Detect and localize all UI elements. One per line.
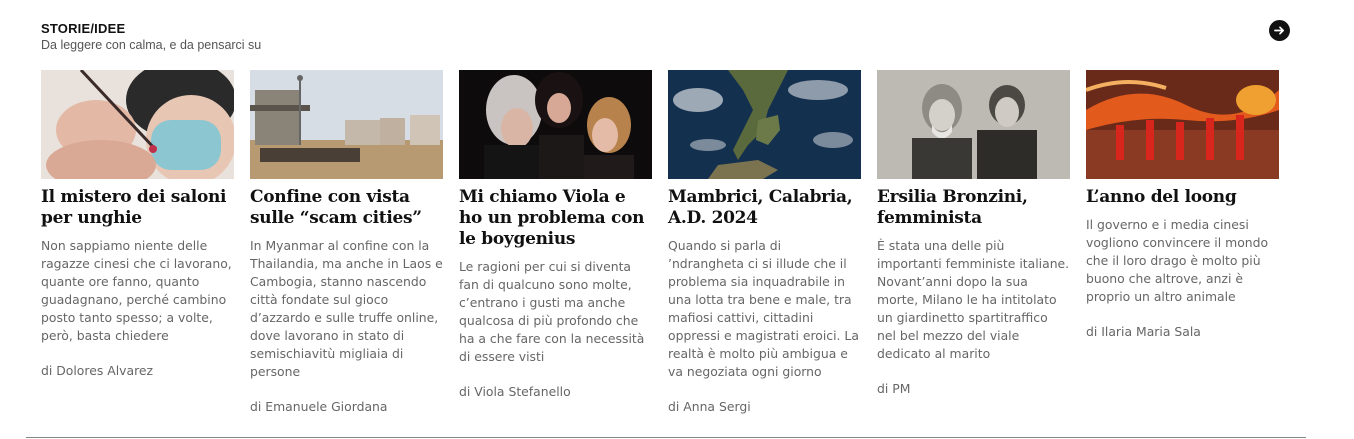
section-title: STORIE/IDEE — [41, 21, 126, 36]
story-description: In Myanmar al confine con la Thailandia,… — [250, 238, 443, 379]
story-author: di Emanuele Giordana — [250, 399, 388, 414]
story-card[interactable]: Ersilia Bronzini, femminista È stata una… — [877, 70, 1070, 396]
story-title[interactable]: L’anno del loong — [1086, 187, 1279, 208]
story-author: di Anna Sergi — [668, 399, 751, 414]
story-description: Non sappiamo niente delle ragazze cinesi… — [41, 238, 232, 343]
story-thumbnail-calabria-satellite[interactable] — [668, 70, 861, 179]
story-title[interactable]: Mambrici, Calabria, A.D. 2024 — [668, 187, 861, 229]
stories-section: STORIE/IDEE Da leggere con calma, e da p… — [41, 0, 1291, 439]
story-thumbnail-band[interactable] — [459, 70, 652, 179]
story-description: Il governo e i media cinesi vogliono con… — [1086, 217, 1269, 304]
story-author: di Viola Stefanello — [459, 384, 571, 399]
story-description: Quando si parla di ’ndrangheta ci si ill… — [668, 238, 859, 379]
story-thumbnail-nails[interactable] — [41, 70, 234, 179]
story-author: di Dolores Alvarez — [41, 363, 154, 378]
story-thumbnail-bronzini-photo[interactable] — [877, 70, 1070, 179]
story-card[interactable]: L’anno del loong Il governo e i media ci… — [1086, 70, 1279, 339]
bottom-divider — [26, 437, 1306, 438]
story-thumbnail-dragon[interactable] — [1086, 70, 1279, 179]
next-arrow-button[interactable] — [1269, 20, 1290, 41]
story-description: Le ragioni per cui si diventa fan di qua… — [459, 259, 645, 364]
story-card[interactable]: Mambrici, Calabria, A.D. 2024 Quando si … — [668, 70, 861, 414]
story-author: di PM — [877, 381, 911, 396]
story-title[interactable]: Il mistero dei saloni per unghie — [41, 187, 234, 229]
arrow-right-icon — [1274, 26, 1284, 35]
story-author: di Ilaria Maria Sala — [1086, 324, 1201, 339]
story-card[interactable]: Mi chiamo Viola e ho un problema con le … — [459, 70, 652, 399]
story-thumbnail-border[interactable] — [250, 70, 443, 179]
story-title[interactable]: Ersilia Bronzini, femminista — [877, 187, 1070, 229]
story-title[interactable]: Mi chiamo Viola e ho un problema con le … — [459, 187, 652, 250]
story-description: È stata una delle più importanti femmini… — [877, 238, 1070, 361]
story-card[interactable]: Confine con vista sulle “scam cities” In… — [250, 70, 443, 414]
story-card[interactable]: Il mistero dei saloni per unghie Non sap… — [41, 70, 234, 378]
story-title[interactable]: Confine con vista sulle “scam cities” — [250, 187, 443, 229]
section-subtitle: Da leggere con calma, e da pensarci su — [41, 38, 262, 52]
